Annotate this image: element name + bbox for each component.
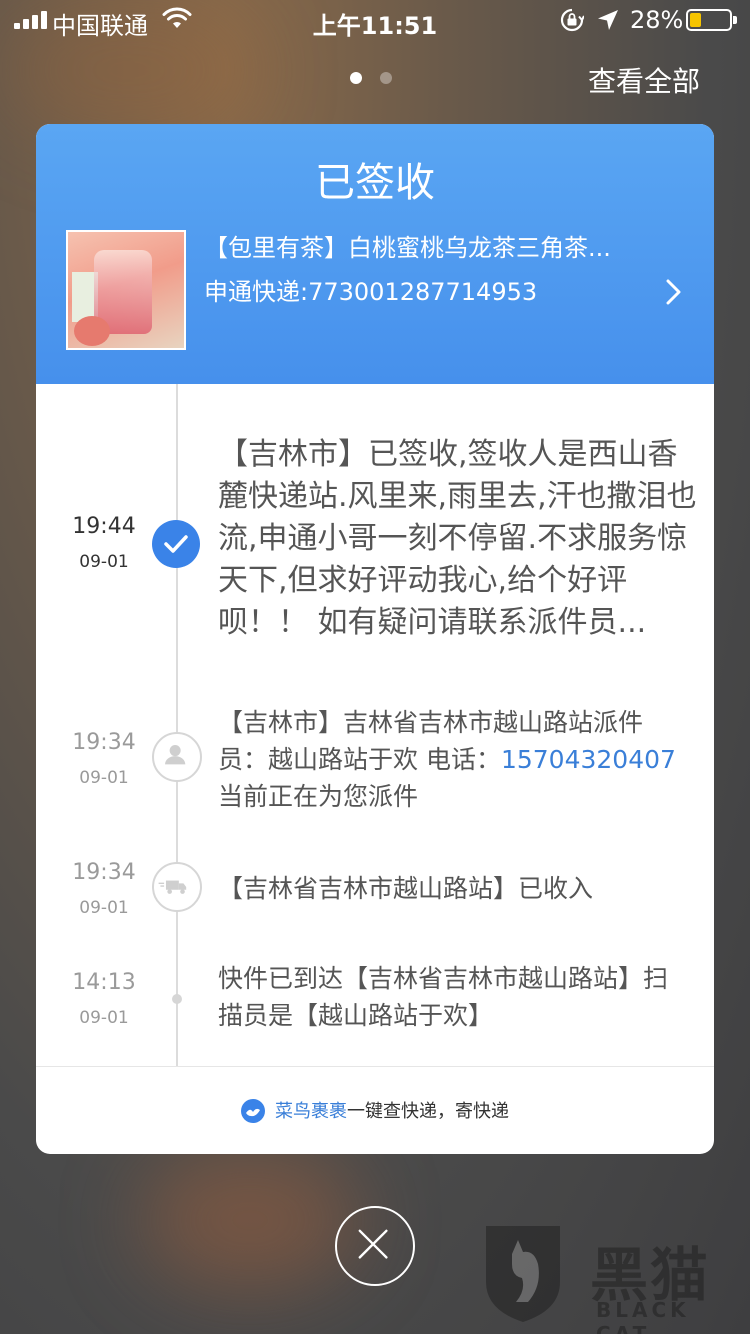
footer-brand[interactable]: 菜鸟裹裹	[275, 1101, 347, 1122]
dot-icon	[172, 994, 182, 1004]
delivery-status-title: 已签收	[315, 160, 435, 206]
event-description: 【吉林市】吉林省吉林市越山路站派件员：越山路站于欢 电话：15704320407…	[218, 704, 688, 815]
page-dot-active[interactable]	[350, 72, 362, 84]
truck-icon	[152, 862, 202, 912]
event-time: 19:44	[72, 514, 136, 539]
timeline-line	[176, 384, 178, 1066]
event-date: 09-01	[79, 898, 129, 918]
page-indicator	[350, 72, 392, 84]
event-date: 09-01	[79, 552, 129, 572]
status-bar: 中国联通 上午11:51 28%	[0, 0, 750, 40]
watermark-en: BLACK CAT	[596, 1298, 690, 1334]
event-time: 19:34	[72, 730, 136, 755]
event-description: 【吉林市】已签收,签收人是西山香麓快递站.风里来,雨里去,汗也撒泪也流,申通小哥…	[218, 437, 697, 640]
package-card: 已签收 【包里有茶】白桃蜜桃乌龙茶三角茶... 申通快递:77300128771…	[36, 124, 714, 1154]
event-date: 09-01	[79, 768, 129, 788]
cat-shield-logo-icon	[486, 1226, 560, 1322]
black-cat-watermark: 黑猫 BLACK CAT	[478, 1220, 750, 1334]
product-name: 【包里有茶】白桃蜜桃乌龙茶三角茶...	[204, 234, 611, 262]
product-thumbnail[interactable]	[66, 230, 186, 350]
event-text: 当前正在为您派件	[218, 782, 419, 811]
footer-promo: 菜鸟裹裹一键查快递，寄快递	[36, 1097, 714, 1123]
tracking-number: 申通快递:773001287714953	[204, 278, 538, 306]
location-arrow-icon	[598, 10, 618, 30]
rotation-lock-icon	[560, 8, 584, 32]
courier-phone-link[interactable]: 15704320407	[501, 745, 676, 774]
card-header[interactable]: 已签收 【包里有茶】白桃蜜桃乌龙茶三角茶... 申通快递:77300128771…	[36, 124, 714, 384]
close-button[interactable]	[335, 1206, 415, 1286]
background-blur	[140, 1150, 360, 1290]
person-icon	[152, 732, 202, 782]
chevron-right-icon[interactable]	[666, 279, 682, 305]
battery-level	[690, 13, 701, 27]
event-description: 【吉林省吉林市越山路站】已收入	[218, 874, 594, 903]
card-footer[interactable]: 菜鸟裹裹一键查快递，寄快递	[36, 1066, 714, 1154]
close-icon	[358, 1229, 388, 1259]
event-date: 09-01	[79, 1008, 129, 1028]
footer-slogan: 一键查快递，寄快递	[347, 1101, 509, 1122]
event-description: 快件已到达【吉林省吉林市越山路站】扫描员是【越山路站于欢】	[218, 964, 669, 1030]
page-dot[interactable]	[380, 72, 392, 84]
battery-percent: 28%	[630, 6, 684, 34]
check-icon	[152, 520, 200, 568]
event-time: 14:13	[72, 970, 136, 995]
event-time: 19:34	[72, 860, 136, 885]
battery-icon	[686, 9, 737, 31]
view-all-button[interactable]: 查看全部	[588, 60, 700, 100]
cainiao-logo-icon	[241, 1099, 265, 1123]
